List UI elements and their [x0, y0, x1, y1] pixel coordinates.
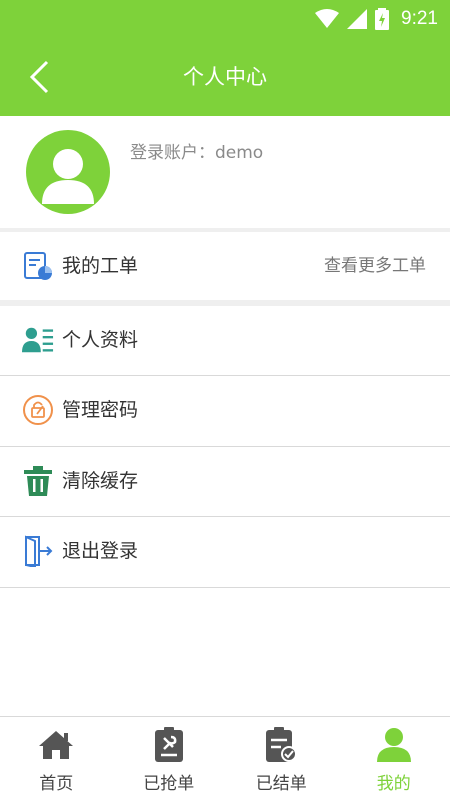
- nav-label: 已抢单: [143, 774, 195, 794]
- status-time: 9:21: [401, 8, 438, 29]
- my-work-orders-label: 我的工单: [62, 255, 139, 277]
- app-bar: 个人中心: [0, 38, 450, 116]
- row-divider: [0, 587, 450, 588]
- menu-item-label: 退出登录: [62, 540, 139, 562]
- signal-icon: [347, 9, 368, 29]
- user-avatar-icon: [42, 149, 94, 204]
- menu-item-label: 个人资料: [62, 329, 139, 351]
- work-order-chart-icon: [22, 250, 54, 282]
- profile-section: 登录账户：demo: [0, 116, 450, 228]
- nav-item-grabbed[interactable]: 已抢单: [113, 717, 226, 800]
- nav-item-home[interactable]: 首页: [0, 717, 113, 800]
- clipboard-wrench-icon: [154, 727, 184, 763]
- menu-item-profile[interactable]: 个人资料: [0, 306, 450, 374]
- menu-item-logout[interactable]: 退出登录: [0, 517, 450, 585]
- menu-item-password[interactable]: 管理密码: [0, 376, 450, 444]
- menu-item-clear-cache[interactable]: 清除缓存: [0, 447, 450, 515]
- nav-label: 首页: [39, 774, 74, 794]
- wifi-icon: [315, 9, 340, 28]
- nav-item-mine[interactable]: 我的: [338, 717, 450, 800]
- avatar[interactable]: [26, 130, 110, 214]
- status-bar: 9:21: [0, 0, 450, 38]
- battery-icon: [375, 8, 390, 30]
- menu-item-label: 管理密码: [62, 399, 139, 421]
- person-icon: [376, 727, 412, 763]
- logout-icon: [22, 535, 54, 567]
- person-card-icon: [22, 324, 54, 356]
- page-title: 个人中心: [183, 65, 267, 89]
- my-work-orders-row[interactable]: 我的工单 查看更多工单: [0, 232, 450, 300]
- clipboard-check-icon: [265, 727, 298, 763]
- nav-label: 已结单: [255, 774, 307, 794]
- account-label: 登录账户：demo: [130, 143, 264, 163]
- nav-item-closed[interactable]: 已结单: [225, 717, 338, 800]
- status-icons: 9:21: [315, 6, 438, 32]
- password-edit-icon: [22, 394, 54, 426]
- nav-label: 我的: [376, 774, 411, 794]
- bottom-nav: 首页 已抢单 已结单 我的: [0, 716, 450, 800]
- view-more-work-orders-link[interactable]: 查看更多工单: [324, 232, 426, 300]
- trash-icon: [22, 465, 54, 497]
- menu-item-label: 清除缓存: [62, 470, 139, 492]
- home-icon: [38, 727, 74, 763]
